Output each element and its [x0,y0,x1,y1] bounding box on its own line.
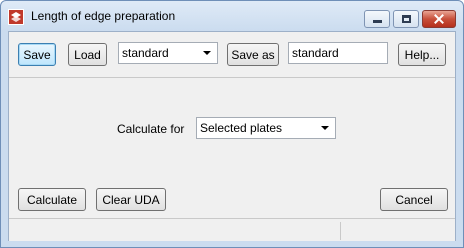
status-bar [9,218,455,241]
calculate-for-value: Selected plates [200,121,283,135]
cancel-button[interactable]: Cancel [380,188,448,211]
calculate-for-select[interactable]: Selected plates [196,117,336,139]
minimize-button[interactable] [364,10,390,28]
save-as-name-value: standard [292,46,339,60]
settings-select[interactable]: standard [118,42,218,64]
chevron-down-icon [321,126,329,130]
calculate-for-label: Calculate for [117,122,185,136]
dialog-body: Save Load standard Save as standard Help… [8,31,456,241]
help-button[interactable]: Help... [398,43,446,66]
dialog-window: Length of edge preparation Save Load sta… [0,0,464,248]
maximize-icon [402,15,411,23]
close-icon [434,14,444,24]
calculate-button[interactable]: Calculate [18,188,86,211]
status-divider [340,222,341,240]
load-button[interactable]: Load [68,43,107,66]
maximize-button[interactable] [393,10,419,28]
chevron-down-icon [203,51,211,55]
save-as-button[interactable]: Save as [227,43,279,66]
settings-toolbar: Save Load standard Save as standard Help… [9,32,455,78]
save-as-name-field[interactable]: standard [288,42,388,64]
clear-uda-button[interactable]: Clear UDA [96,188,166,211]
window-title: Length of edge preparation [31,9,176,23]
title-bar[interactable]: Length of edge preparation [1,1,463,31]
close-button[interactable] [422,10,456,28]
settings-select-value: standard [122,46,169,60]
minimize-icon [373,20,382,23]
app-logo-icon [8,9,24,25]
save-button[interactable]: Save [18,43,56,66]
